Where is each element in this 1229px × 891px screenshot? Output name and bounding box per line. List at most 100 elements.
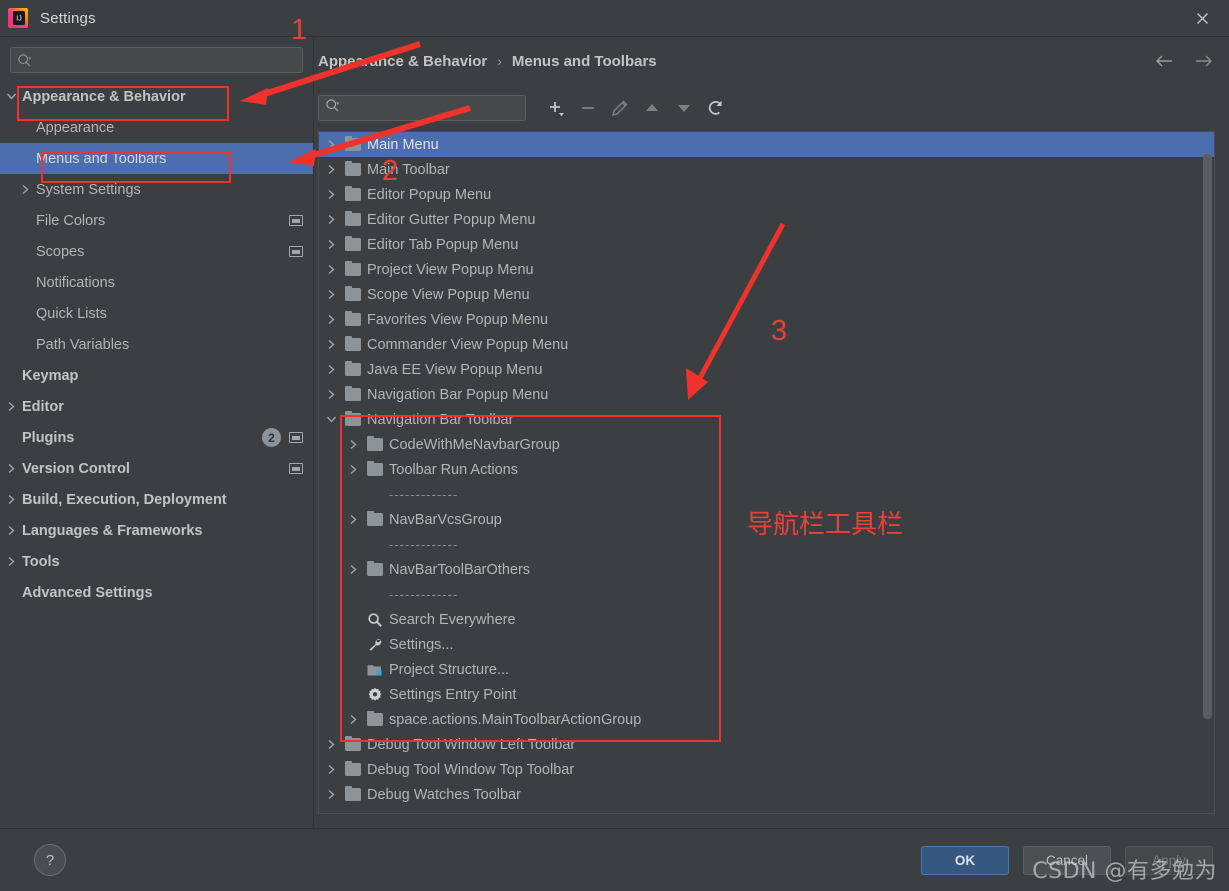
help-button[interactable]: ?	[34, 844, 66, 876]
chevron-right-icon[interactable]	[0, 556, 22, 567]
sidebar-item-tail	[289, 463, 303, 474]
tree-scrollbar-track[interactable]	[1203, 134, 1212, 811]
folder-icon	[343, 735, 363, 751]
sidebar-item-file-colors[interactable]: File Colors	[0, 205, 313, 236]
chevron-right-icon[interactable]	[341, 464, 365, 475]
chevron-right-icon[interactable]	[319, 289, 343, 300]
chevron-right-icon[interactable]	[319, 389, 343, 400]
tree-row[interactable]: Debug Tool Window Left Toolbar	[319, 732, 1214, 757]
tree-row[interactable]: CodeWithMeNavbarGroup	[319, 432, 1214, 457]
tree-row[interactable]: NavBarVcsGroup	[319, 507, 1214, 532]
sidebar-item-notifications[interactable]: Notifications	[0, 267, 313, 298]
minus-icon[interactable]	[572, 93, 604, 123]
caret-up-icon[interactable]	[636, 93, 668, 123]
sidebar-item-advanced-settings[interactable]: Advanced Settings	[0, 577, 313, 608]
chevron-right-icon[interactable]	[341, 714, 365, 725]
breadcrumb-root[interactable]: Appearance & Behavior	[318, 53, 487, 70]
tree-row[interactable]: Scope View Popup Menu	[319, 282, 1214, 307]
chevron-right-icon[interactable]	[0, 463, 22, 474]
tree-row[interactable]: Commander View Popup Menu	[319, 332, 1214, 357]
tree-row[interactable]: Java EE View Popup Menu	[319, 357, 1214, 382]
tree-row[interactable]: Main Menu	[319, 132, 1214, 157]
chevron-right-icon[interactable]	[319, 364, 343, 375]
arrow-right-icon[interactable]	[1193, 50, 1215, 72]
chevron-right-icon[interactable]	[0, 401, 22, 412]
tree-row[interactable]: Debug Tool Window Top Toolbar	[319, 757, 1214, 782]
chevron-right-icon[interactable]	[14, 184, 36, 195]
tree-row[interactable]: Toolbar Run Actions	[319, 457, 1214, 482]
chevron-right-icon[interactable]	[319, 214, 343, 225]
toolbar-search-input[interactable]	[340, 99, 524, 117]
chevron-right-icon[interactable]	[319, 239, 343, 250]
tree-row[interactable]: Editor Tab Popup Menu	[319, 232, 1214, 257]
cancel-button[interactable]: Cancel	[1023, 845, 1111, 875]
tree-row[interactable]: Project View Popup Menu	[319, 257, 1214, 282]
tree-row[interactable]: Editor Popup Menu	[319, 182, 1214, 207]
chevron-right-icon[interactable]	[341, 439, 365, 450]
chevron-right-icon[interactable]	[319, 164, 343, 175]
tree-row[interactable]: Settings Entry Point	[319, 682, 1214, 707]
tree-separator-row[interactable]: -------------	[319, 582, 1214, 607]
plus-dropdown-icon[interactable]	[540, 93, 572, 123]
close-icon[interactable]	[1189, 5, 1215, 31]
tree-row[interactable]: Settings...	[319, 632, 1214, 657]
chevron-down-icon[interactable]	[319, 415, 343, 424]
tree-row-label: Navigation Bar Popup Menu	[367, 386, 549, 403]
sidebar-item-system-settings[interactable]: System Settings	[0, 174, 313, 205]
tree-separator-row[interactable]: -------------	[319, 482, 1214, 507]
sidebar-item-plugins[interactable]: Plugins 2	[0, 422, 313, 453]
sidebar-item-tail: 2	[262, 428, 303, 447]
settings-category-tree[interactable]: Appearance & Behavior Appearance Menus and…	[0, 81, 313, 828]
toolbar-search-box[interactable]	[318, 95, 526, 121]
chevron-right-icon[interactable]	[319, 764, 343, 775]
chevron-right-icon[interactable]	[319, 264, 343, 275]
tree-row[interactable]: Project Structure...	[319, 657, 1214, 682]
restore-arrow-icon[interactable]	[700, 93, 732, 123]
sidebar-item-appearance-behavior[interactable]: Appearance & Behavior	[0, 81, 313, 112]
sidebar-item-build-execution-deployment[interactable]: Build, Execution, Deployment	[0, 484, 313, 515]
chevron-right-icon[interactable]	[319, 189, 343, 200]
tree-row[interactable]: Search Everywhere	[319, 607, 1214, 632]
chevron-right-icon[interactable]	[319, 789, 343, 800]
sidebar-item-version-control[interactable]: Version Control	[0, 453, 313, 484]
settings-search-input[interactable]	[32, 51, 296, 69]
chevron-right-icon[interactable]	[341, 564, 365, 575]
chevron-right-icon[interactable]	[319, 339, 343, 350]
pencil-icon[interactable]	[604, 93, 636, 123]
sidebar-item-scopes[interactable]: Scopes	[0, 236, 313, 267]
sidebar-item-tools[interactable]: Tools	[0, 546, 313, 577]
tree-row[interactable]: Main Toolbar	[319, 157, 1214, 182]
settings-search-box[interactable]	[10, 47, 303, 73]
tree-separator-row[interactable]: -------------	[319, 532, 1214, 557]
ok-button[interactable]: OK	[921, 845, 1009, 875]
chevron-right-icon[interactable]	[319, 314, 343, 325]
sidebar-item-editor[interactable]: Editor	[0, 391, 313, 422]
caret-down-icon[interactable]	[668, 93, 700, 123]
sidebar-item-keymap[interactable]: Keymap	[0, 360, 313, 391]
arrow-left-icon[interactable]	[1153, 50, 1175, 72]
sidebar-item-appearance[interactable]: Appearance	[0, 112, 313, 143]
chevron-right-icon[interactable]	[319, 139, 343, 150]
chevron-right-icon[interactable]	[0, 494, 22, 505]
tree-row[interactable]: NavBarToolBarOthers	[319, 557, 1214, 582]
sidebar-item-languages-frameworks[interactable]: Languages & Frameworks	[0, 515, 313, 546]
chevron-right-icon[interactable]	[319, 739, 343, 750]
chevron-right-icon[interactable]	[0, 525, 22, 536]
apply-button[interactable]: Apply	[1125, 845, 1213, 875]
tree-row[interactable]: Favorites View Popup Menu	[319, 307, 1214, 332]
tree-row[interactable]: space.actions.MainToolbarActionGroup	[319, 707, 1214, 732]
sidebar-item-menus-and-toolbars[interactable]: Menus and Toolbars	[0, 143, 313, 174]
folder-icon	[343, 335, 363, 351]
sidebar-item-quick-lists[interactable]: Quick Lists	[0, 298, 313, 329]
tree-row[interactable]: Editor Gutter Popup Menu	[319, 207, 1214, 232]
tree-row[interactable]: Navigation Bar Popup Menu	[319, 382, 1214, 407]
menus-toolbars-tree[interactable]: Main Menu Main Toolbar Editor Popup Menu Ed…	[319, 132, 1214, 813]
folder-icon	[343, 235, 363, 251]
tree-row[interactable]: Debug Watches Toolbar	[319, 782, 1214, 807]
wrench-icon	[365, 637, 385, 653]
chevron-right-icon[interactable]	[341, 514, 365, 525]
sidebar-item-path-variables[interactable]: Path Variables	[0, 329, 313, 360]
chevron-down-icon[interactable]	[0, 92, 22, 101]
tree-scrollbar-thumb[interactable]	[1203, 154, 1212, 719]
tree-row[interactable]: Navigation Bar Toolbar	[319, 407, 1214, 432]
